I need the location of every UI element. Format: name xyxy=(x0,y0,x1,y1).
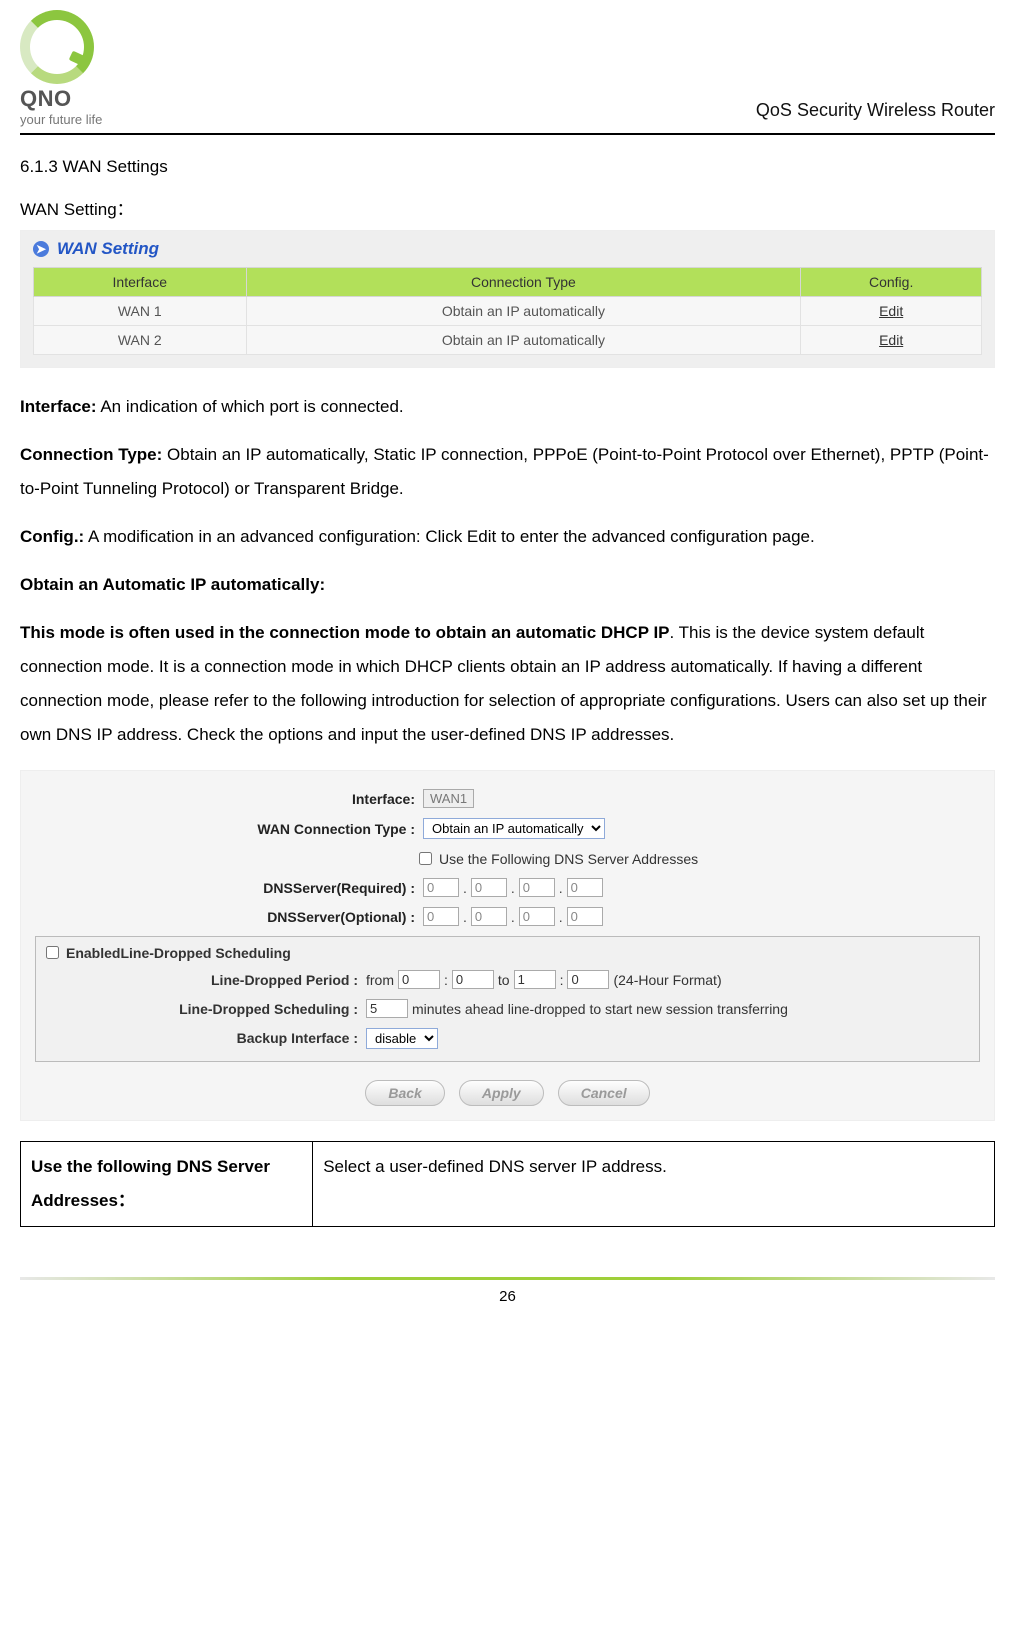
description-table: Use the following DNS Server Addresses： … xyxy=(20,1141,995,1227)
config-def-label: Config.: xyxy=(20,527,84,546)
wan-connection-type-select[interactable]: Obtain an IP automatically xyxy=(423,818,605,839)
enable-scheduling-label: EnabledLine-Dropped Scheduling xyxy=(66,945,291,961)
brand-name: QNO xyxy=(20,88,72,110)
auto-ip-lead: This mode is often used in the connectio… xyxy=(20,623,670,642)
conntype-def-label: Connection Type: xyxy=(20,445,162,464)
col-config: Config. xyxy=(801,268,982,297)
period-from-hour[interactable]: 0 xyxy=(398,970,440,989)
footer-divider xyxy=(20,1277,995,1280)
period-to-hour[interactable]: 1 xyxy=(514,970,556,989)
desc-key: Use the following DNS Server Addresses： xyxy=(21,1142,313,1227)
use-dns-label: Use the Following DNS Server Addresses xyxy=(439,851,698,867)
line-dropped-scheduling-group: EnabledLine-Dropped Scheduling Line-Drop… xyxy=(35,936,980,1062)
ip-octet[interactable]: 0 xyxy=(567,878,603,897)
table-row: WAN 1 Obtain an IP automatically Edit xyxy=(34,297,982,326)
document-title: QoS Security Wireless Router xyxy=(756,100,995,127)
ip-octet[interactable]: 0 xyxy=(519,878,555,897)
section-subheading: WAN Setting： xyxy=(20,195,995,220)
period-to-text: to xyxy=(498,972,510,988)
col-interface: Interface xyxy=(34,268,247,297)
dns-required-label: DNSServer(Required) : xyxy=(35,880,423,896)
auto-ip-heading: Obtain an Automatic IP automatically: xyxy=(20,575,325,594)
col-connection-type: Connection Type xyxy=(246,268,801,297)
wan-setting-panel: ➤ WAN Setting Interface Connection Type … xyxy=(20,230,995,368)
wan-config-form: Interface: WAN1 WAN Connection Type : Ob… xyxy=(20,770,995,1121)
table-row: WAN 2 Obtain an IP automatically Edit xyxy=(34,326,982,355)
ip-octet[interactable]: 0 xyxy=(471,907,507,926)
cell-conntype: Obtain an IP automatically xyxy=(246,326,801,355)
scheduling-text: minutes ahead line-dropped to start new … xyxy=(412,1001,788,1017)
period-format-text: (24-Hour Format) xyxy=(613,972,721,988)
period-to-min[interactable]: 0 xyxy=(567,970,609,989)
interface-label: Interface: xyxy=(35,791,423,807)
dns-required-ip: 0. 0. 0. 0 xyxy=(423,878,603,897)
brand-logo: QNO your future life xyxy=(20,10,102,127)
ip-octet[interactable]: 0 xyxy=(567,907,603,926)
apply-button[interactable]: Apply xyxy=(459,1080,544,1106)
edit-link[interactable]: Edit xyxy=(801,326,982,355)
conntype-def-text: Obtain an IP automatically, Static IP co… xyxy=(20,445,989,498)
wan-setting-title-text: WAN Setting xyxy=(57,239,159,259)
arrow-bullet-icon: ➤ xyxy=(33,241,49,257)
ip-octet[interactable]: 0 xyxy=(423,907,459,926)
backup-interface-select[interactable]: disable xyxy=(366,1028,438,1049)
page-number: 26 xyxy=(20,1288,995,1305)
logo-mark-icon xyxy=(20,10,94,84)
cell-interface: WAN 2 xyxy=(34,326,247,355)
interface-value: WAN1 xyxy=(423,789,474,808)
config-def-text: A modification in an advanced configurat… xyxy=(84,527,815,546)
dns-optional-ip: 0. 0. 0. 0 xyxy=(423,907,603,926)
section-heading: 6.1.3 WAN Settings xyxy=(20,157,995,177)
desc-value: Select a user-defined DNS server IP addr… xyxy=(313,1142,995,1227)
backup-interface-label: Backup Interface : xyxy=(42,1028,366,1046)
edit-link[interactable]: Edit xyxy=(801,297,982,326)
dns-optional-label: DNSServer(Optional) : xyxy=(35,909,423,925)
line-dropped-scheduling-label: Line-Dropped Scheduling : xyxy=(42,999,366,1017)
line-dropped-period-label: Line-Dropped Period : xyxy=(42,970,366,988)
use-dns-checkbox[interactable] xyxy=(419,852,432,865)
ip-octet[interactable]: 0 xyxy=(423,878,459,897)
period-from-min[interactable]: 0 xyxy=(452,970,494,989)
cancel-button[interactable]: Cancel xyxy=(558,1080,650,1106)
form-buttons: Back Apply Cancel xyxy=(35,1080,980,1106)
period-from-text: from xyxy=(366,972,394,988)
page-header: QNO your future life QoS Security Wirele… xyxy=(20,10,995,135)
brand-tagline: your future life xyxy=(20,112,102,127)
wan-table: Interface Connection Type Config. WAN 1 … xyxy=(33,267,982,355)
ip-octet[interactable]: 0 xyxy=(471,878,507,897)
interface-def-label: Interface: xyxy=(20,397,97,416)
body-text: Interface: An indication of which port i… xyxy=(20,390,995,752)
cell-interface: WAN 1 xyxy=(34,297,247,326)
enable-scheduling-checkbox[interactable] xyxy=(46,946,59,959)
cell-conntype: Obtain an IP automatically xyxy=(246,297,801,326)
wan-setting-title: ➤ WAN Setting xyxy=(33,239,982,259)
back-button[interactable]: Back xyxy=(365,1080,444,1106)
interface-def-text: An indication of which port is connected… xyxy=(97,397,404,416)
ip-octet[interactable]: 0 xyxy=(519,907,555,926)
wan-connection-type-label: WAN Connection Type : xyxy=(35,821,423,837)
scheduling-minutes[interactable]: 5 xyxy=(366,999,408,1018)
